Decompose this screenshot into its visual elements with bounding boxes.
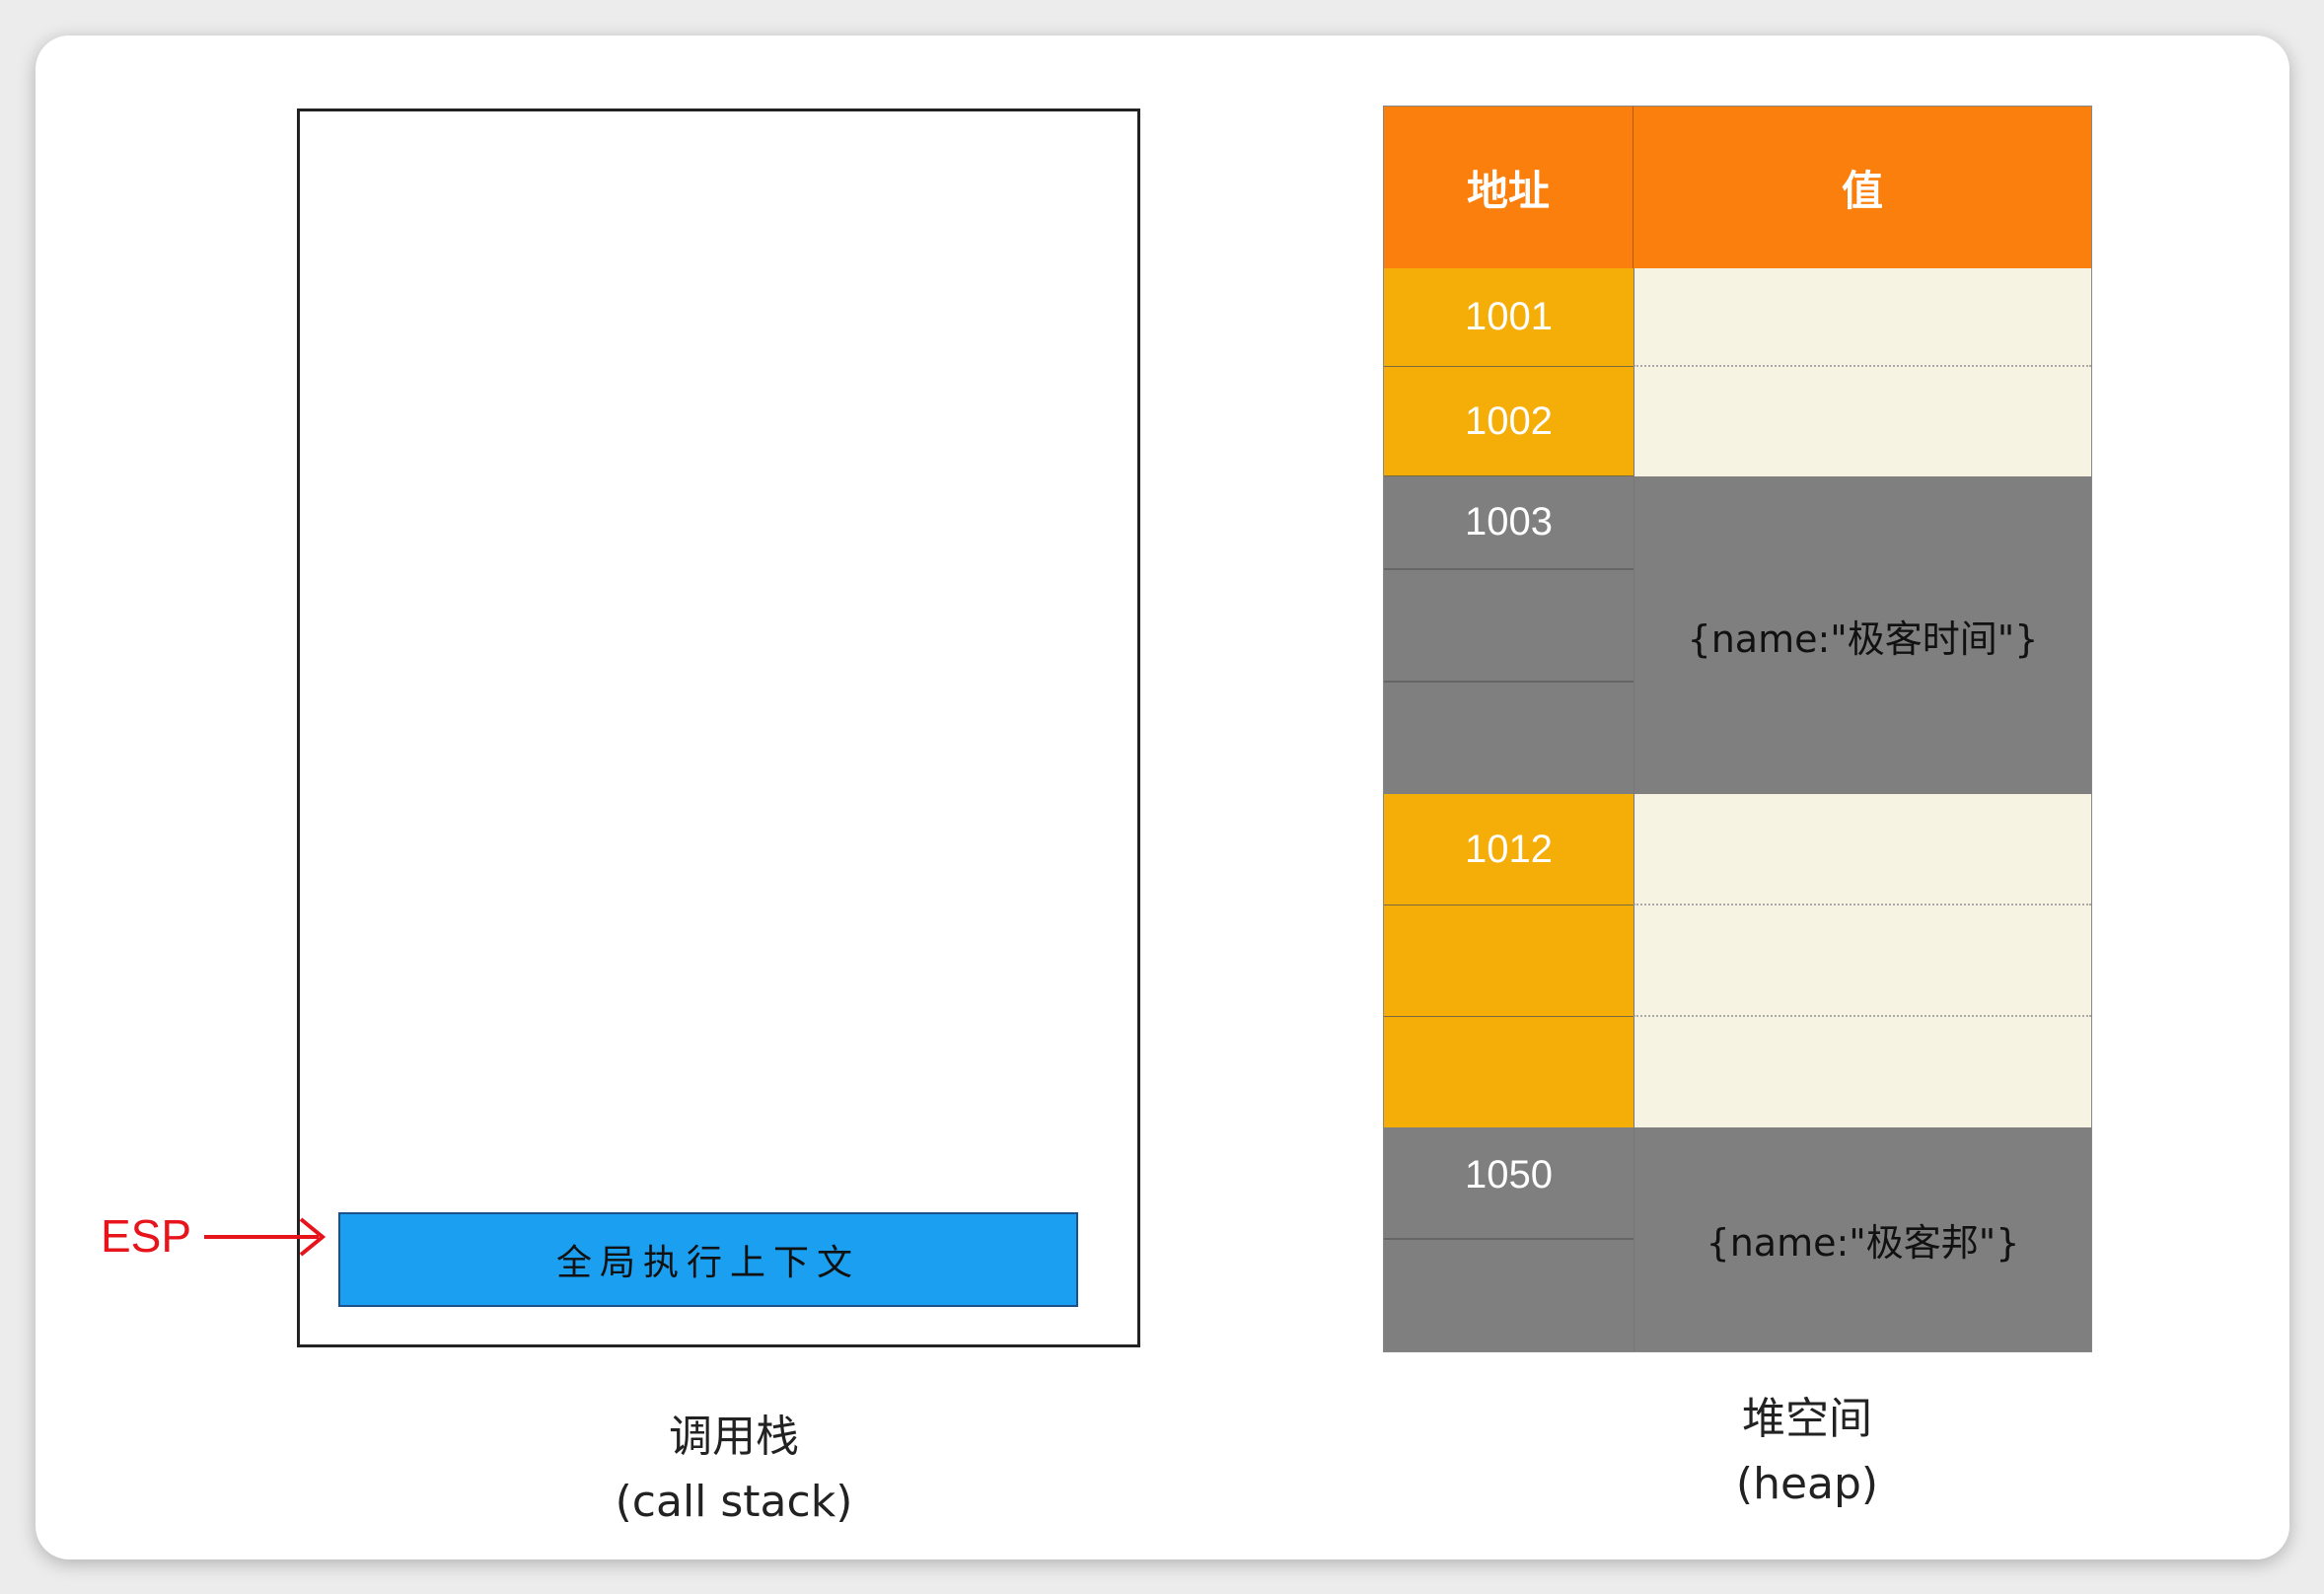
address-cell: 1002 bbox=[1384, 367, 1634, 476]
heap-object: {name:"极客邦"} bbox=[1634, 1127, 2091, 1351]
call-stack-caption-en: (call stack) bbox=[615, 1477, 853, 1527]
address-cell-empty bbox=[1384, 906, 1634, 1017]
address-cell: 1001 bbox=[1384, 268, 1634, 367]
value-cell-empty bbox=[1634, 367, 2091, 476]
call-stack-caption: 调用栈 (call stack) bbox=[537, 1405, 931, 1535]
header-address: 地址 bbox=[1384, 107, 1634, 268]
address-cell: 1012 bbox=[1384, 794, 1634, 906]
call-stack-caption-cn: 调用栈 bbox=[669, 1412, 799, 1462]
address-cell-empty bbox=[1384, 570, 1634, 683]
call-stack-box bbox=[297, 109, 1140, 1347]
heap-caption-en: (heap) bbox=[1735, 1459, 1879, 1509]
heap-object: {name:"极客时间"} bbox=[1634, 476, 2091, 794]
value-cell-empty bbox=[1634, 268, 2091, 367]
address-cell-empty bbox=[1384, 683, 1634, 794]
heap-caption-cn: 堆空间 bbox=[1742, 1394, 1872, 1444]
address-cell-empty bbox=[1384, 1017, 1634, 1127]
heap-table: 地址 值 1001 1002 1003 1012 1050 {name:"极客时… bbox=[1383, 106, 2092, 1352]
esp-label: ESP bbox=[101, 1210, 192, 1262]
address-cell: 1003 bbox=[1384, 476, 1634, 570]
value-cell-empty bbox=[1634, 1017, 2091, 1127]
esp-arrow-icon bbox=[204, 1217, 327, 1257]
heap-caption: 堆空间 (heap) bbox=[1610, 1387, 2004, 1517]
header-value: 值 bbox=[1634, 107, 2091, 268]
value-cell-empty bbox=[1634, 794, 2091, 906]
value-cell-empty bbox=[1634, 906, 2091, 1017]
global-execution-context-frame: 全局执行上下文 bbox=[338, 1212, 1078, 1307]
address-cell-empty bbox=[1384, 1240, 1634, 1351]
address-cell: 1050 bbox=[1384, 1127, 1634, 1240]
